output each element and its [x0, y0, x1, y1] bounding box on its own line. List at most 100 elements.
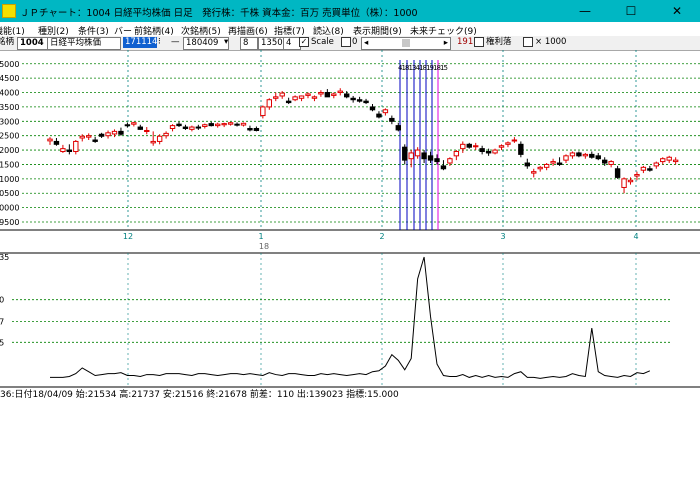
candle-body [47, 138, 53, 142]
candle-body [150, 140, 156, 144]
candle-body [421, 152, 427, 160]
candle-body [124, 124, 131, 127]
candle-body [363, 100, 369, 104]
candle-body [331, 93, 337, 96]
candle-body [647, 168, 653, 171]
candle-body [105, 132, 111, 137]
candle-body [434, 158, 440, 163]
candle-body [479, 148, 485, 153]
candle-body [337, 90, 343, 94]
rights-checkbox[interactable] [474, 37, 484, 48]
candle-body [621, 178, 627, 188]
candle-body [466, 143, 472, 148]
window-title: ＪＰチャート：1004 日経平均株価 日足 発行株：千株 資本金：百万 売買単位… [20, 8, 418, 19]
scroll-right-icon[interactable]: ▸ [444, 38, 448, 49]
price-tick-label: 20000 [0, 204, 19, 213]
zero-checkbox[interactable] [341, 37, 351, 48]
candle-body [350, 97, 356, 101]
candle-body [582, 153, 589, 157]
close-button[interactable]: ✕ [654, 0, 700, 22]
price-tick-label: 23000 [0, 117, 19, 126]
maximize-button[interactable]: ☐ [608, 0, 654, 22]
candle-body [53, 140, 60, 145]
month-label: 2 [379, 232, 384, 241]
candle-body [498, 145, 505, 148]
field-a-input[interactable]: 8 [240, 37, 258, 50]
indicator-tick-label: 90 [0, 296, 4, 305]
candle-body [672, 159, 679, 163]
candle-body [447, 158, 453, 164]
field-b-input[interactable]: 1350 [258, 37, 284, 50]
month-label: 4 [633, 232, 638, 241]
candle-body [253, 127, 260, 132]
candle-body [92, 139, 98, 142]
date-code-input[interactable]: 171114 [123, 37, 157, 48]
candle-body [473, 145, 479, 148]
period-scrollbar[interactable]: ◂ ▸ [361, 37, 451, 50]
candle-body [285, 100, 292, 104]
event-marker-label: 5 [444, 64, 448, 72]
candle-body [195, 126, 202, 129]
candle-body [208, 123, 214, 127]
candle-body [524, 162, 530, 167]
candle-body [608, 161, 614, 165]
candle-body [389, 117, 395, 122]
indicator-tick-label: 67 [0, 317, 4, 326]
scroll-left-icon[interactable]: ◂ [364, 38, 368, 49]
candle-body [531, 171, 537, 174]
candle-body [666, 156, 672, 161]
price-tick-label: 22500 [0, 132, 19, 141]
scale-checkbox[interactable]: ✓ [299, 37, 309, 48]
candle-body [131, 122, 137, 125]
scroll-thumb[interactable] [402, 39, 410, 47]
month-label: 12 [123, 232, 133, 241]
dash-label: — [171, 37, 180, 47]
rights-label: 権利落 [486, 37, 512, 47]
candle-body [176, 123, 182, 127]
candle-body [189, 126, 195, 130]
candle-body [537, 166, 543, 170]
candle-body [505, 142, 511, 145]
zero-value: 0 [352, 37, 358, 47]
date-select[interactable]: 180409 [183, 37, 229, 50]
candle-body [118, 130, 124, 135]
candle-body [453, 151, 460, 157]
indicator-line [50, 256, 651, 379]
candle-body [576, 152, 582, 157]
month-label: 3 [500, 232, 505, 241]
candle-body [414, 149, 421, 157]
spin-icon[interactable]: ⁝ [158, 37, 161, 48]
multiplier-checkbox[interactable] [523, 37, 533, 48]
candle-body [589, 153, 595, 158]
candle-body [369, 106, 376, 111]
candle-body [144, 130, 150, 133]
candle-body [356, 99, 363, 102]
candle-body [511, 139, 518, 142]
year-label: 18 [259, 242, 269, 251]
price-tick-label: 24500 [0, 74, 19, 83]
candle-body [60, 148, 66, 153]
price-tick-label: 20500 [0, 189, 19, 198]
chart-area[interactable]: 25000 24500 24000 23500 23000 22500 22000 21500… [0, 50, 700, 400]
chevron-down-icon[interactable]: ▾ [224, 37, 228, 48]
candle-body [298, 95, 305, 99]
month-label: 1 [258, 232, 263, 241]
stock-label: 銘柄 [0, 37, 15, 47]
candle-body [344, 93, 350, 98]
candle-body [634, 174, 640, 177]
candle-body [66, 149, 73, 153]
indicator-tick-label: 135 [0, 253, 9, 262]
candle-body [111, 130, 118, 135]
code-input[interactable]: 1004 [17, 37, 49, 50]
candle-body [543, 163, 550, 168]
candle-body [556, 162, 563, 165]
candle-body [492, 149, 498, 154]
candle-body [569, 152, 576, 157]
candle-body [485, 151, 492, 154]
candle-body [395, 125, 402, 131]
candle-body [260, 106, 266, 117]
candle-body [595, 155, 601, 160]
candle-body [318, 92, 324, 95]
minimize-button[interactable]: — [562, 0, 608, 22]
stock-name-field[interactable]: 日経平均株価 [47, 37, 121, 50]
